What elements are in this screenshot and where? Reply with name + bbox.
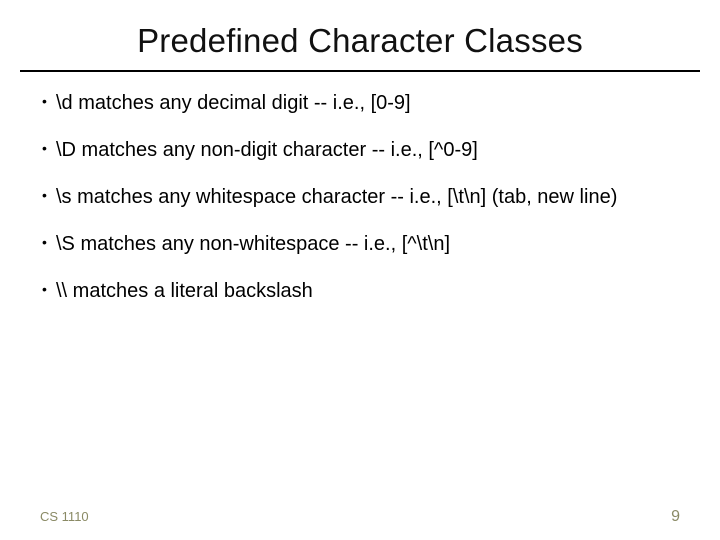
bullet-list: \d matches any decimal digit -- i.e., [0… xyxy=(40,90,680,305)
title-rule xyxy=(20,70,700,72)
footer-course: CS 1110 xyxy=(40,509,89,524)
footer-page-number: 9 xyxy=(671,508,680,526)
bullet-item: \S matches any non-whitespace -- i.e., [… xyxy=(42,231,680,258)
bullet-item: \d matches any decimal digit -- i.e., [0… xyxy=(42,90,680,117)
bullet-item: \\ matches a literal backslash xyxy=(42,278,680,305)
slide-footer: CS 1110 9 xyxy=(40,508,680,526)
slide: Predefined Character Classes \d matches … xyxy=(0,0,720,540)
bullet-item: \D matches any non-digit character -- i.… xyxy=(42,137,680,164)
bullet-item: \s matches any whitespace character -- i… xyxy=(42,184,680,211)
slide-title: Predefined Character Classes xyxy=(40,22,680,60)
